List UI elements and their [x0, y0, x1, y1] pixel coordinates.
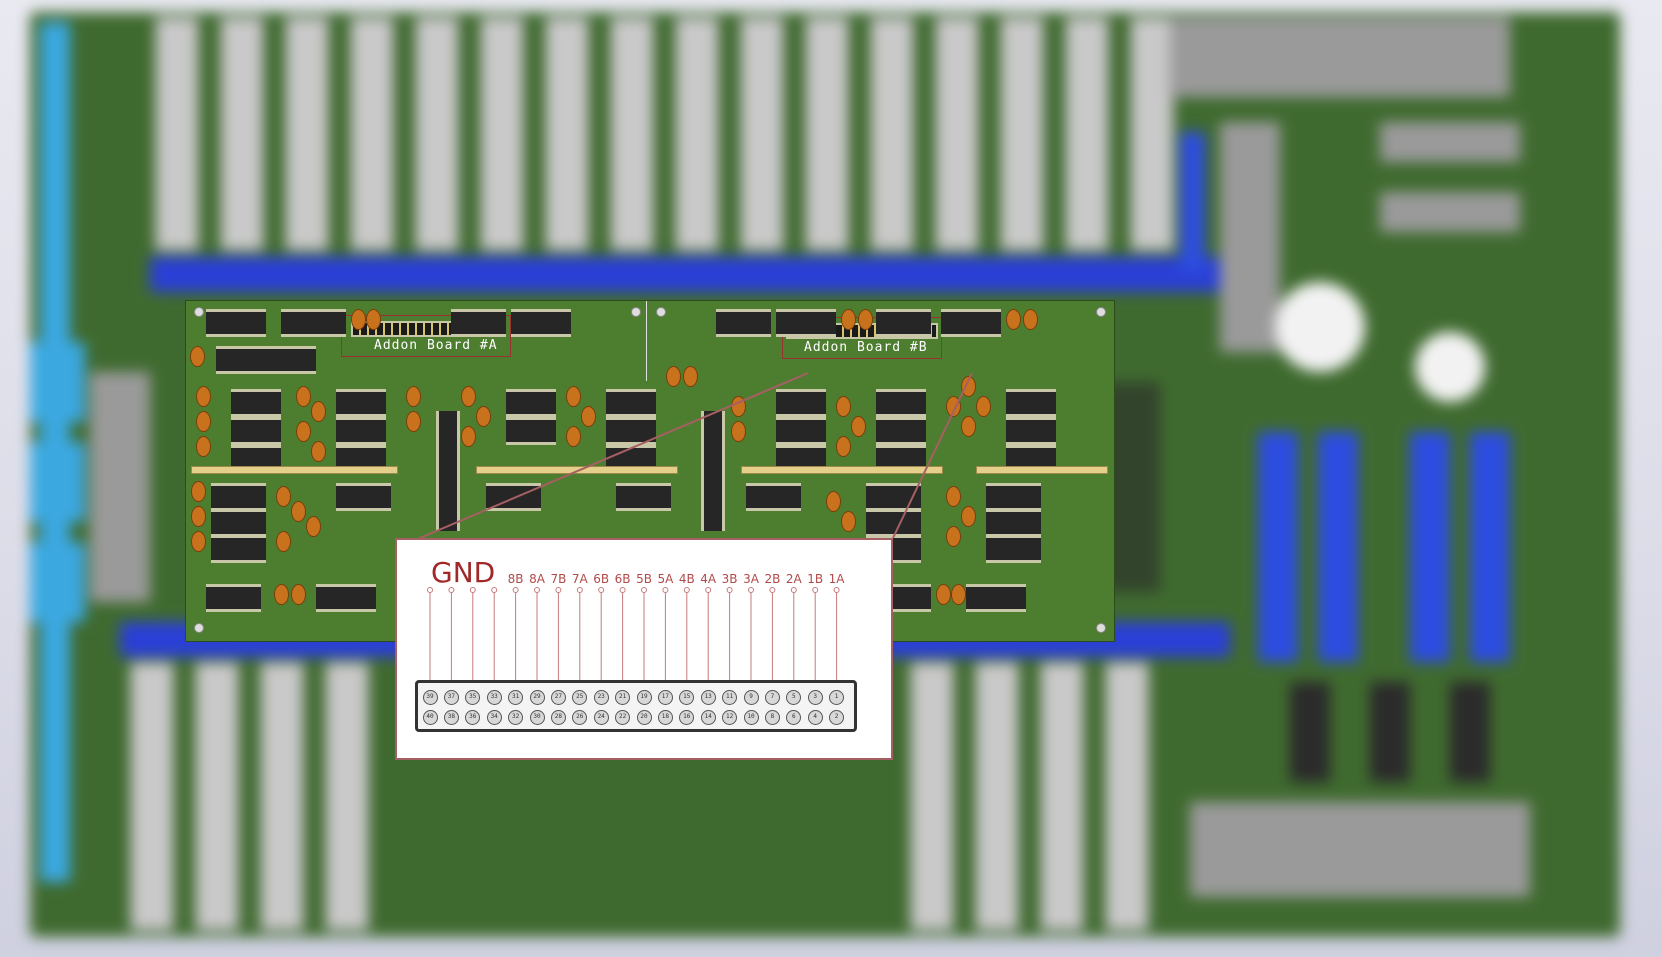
pin-leader-dot — [598, 587, 605, 593]
ribbon-connector: 39 40 37 38 35 36 33 34 31 32 29 30 27 28 25 26 23 24 21 22… — [415, 680, 857, 732]
connector-pin: 31 — [508, 690, 524, 705]
connector-pin: 14 — [700, 710, 716, 725]
connector-pin: 12 — [722, 710, 738, 725]
connector-pin: 27 — [550, 690, 566, 705]
connector-pin: 28 — [550, 710, 566, 725]
pin-leader-dot — [641, 587, 647, 593]
pin-leader-dot — [726, 587, 733, 593]
pinout-callout: GND 8B 8A 7B 7A 6B 6B 5B 5A 4B 4A 3B 3A 2B 2A 1B 1A 39 4… — [395, 538, 893, 760]
connector-pin: 2 — [829, 710, 845, 725]
connector-pin: 9 — [743, 690, 759, 705]
connector-pin: 5 — [786, 690, 802, 705]
connector-pin: 19 — [636, 690, 652, 705]
pin-leader-dot — [619, 587, 626, 593]
pin-leader-dot — [662, 587, 669, 593]
connector-pin: 24 — [593, 710, 609, 725]
connector-pin: 37 — [443, 690, 459, 705]
connector-pin: 18 — [657, 710, 673, 725]
connector-pin: 8 — [764, 710, 780, 725]
pin-leader-dot — [683, 587, 690, 593]
connector-pin: 26 — [572, 710, 588, 725]
pin-leader-dot — [512, 587, 519, 593]
connector-pin: 7 — [764, 690, 780, 705]
pin-leader-dot — [790, 587, 797, 593]
pin-leader-dot — [705, 587, 712, 593]
connector-pin: 25 — [572, 690, 588, 705]
connector-pin: 10 — [743, 710, 759, 725]
connector-pin: 29 — [529, 690, 545, 705]
connector-pin: 13 — [700, 690, 716, 705]
pin-leader-dot — [576, 587, 583, 593]
connector-pin: 15 — [679, 690, 695, 705]
connector-pin: 35 — [465, 690, 481, 705]
connector-pin: 17 — [657, 690, 673, 705]
connector-pin: 6 — [786, 710, 802, 725]
connector-pin: 33 — [486, 690, 502, 705]
connector-pin: 39 — [422, 690, 438, 705]
connector-pin: 34 — [486, 710, 502, 725]
pin-leader-dot — [748, 587, 754, 593]
connector-pin: 36 — [465, 710, 481, 725]
connector-pin: 40 — [422, 710, 438, 725]
connector-pin: 11 — [722, 690, 738, 705]
pin-leader-dot — [427, 587, 433, 593]
pin-leader-dot — [769, 587, 776, 593]
connector-pin: 4 — [807, 710, 823, 725]
connector-pin: 30 — [529, 710, 545, 725]
pin-leader-dot — [448, 587, 455, 593]
pin-leader-dot — [833, 587, 840, 593]
leader-line-left — [419, 372, 809, 539]
connector-pin: 16 — [679, 710, 695, 725]
pin-leader-dot — [491, 587, 498, 593]
connector-pin: 20 — [636, 710, 652, 725]
connector-pin: 1 — [829, 690, 845, 705]
connector-pin: 32 — [508, 710, 524, 725]
pin-leader-dot — [534, 587, 540, 593]
pin-leader-dot — [555, 587, 562, 593]
pin-leader-dot — [812, 587, 819, 593]
connector-pin: 38 — [443, 710, 459, 725]
connector-pin: 3 — [807, 690, 823, 705]
callout-leader-lines — [419, 372, 973, 539]
leader-line-right — [892, 372, 973, 539]
pin-leader-dot — [469, 587, 476, 593]
connector-pin: 21 — [615, 690, 631, 705]
connector-pin: 22 — [615, 710, 631, 725]
connector-pin: 23 — [593, 690, 609, 705]
